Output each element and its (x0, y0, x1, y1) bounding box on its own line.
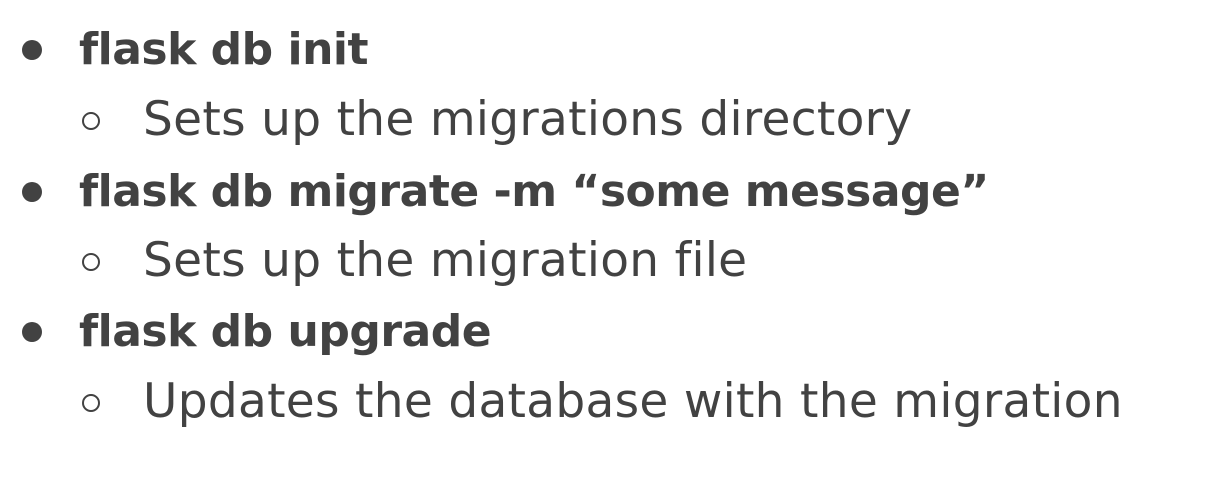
sub-bullet-item-2: Sets up the migration file (0, 231, 1215, 291)
sub-bullet-item-1: Sets up the migrations directory (0, 90, 1215, 150)
slide-content: flask db init Sets up the migrations dir… (0, 0, 1215, 492)
command-text: flask db init (79, 24, 369, 75)
sub-bullet-item-3: Updates the database with the migration (0, 372, 1215, 432)
description-text: Updates the database with the migration (143, 374, 1123, 429)
bullet-item-1: flask db init (0, 20, 1215, 80)
command-text: flask db upgrade (79, 306, 492, 357)
bullet-item-3: flask db upgrade (0, 302, 1215, 362)
bullet-item-2: flask db migrate -m “some message” (0, 162, 1215, 222)
filled-bullet-icon (22, 40, 42, 60)
description-text: Sets up the migration file (143, 233, 748, 288)
filled-bullet-icon (22, 182, 42, 202)
hollow-bullet-icon (82, 112, 100, 130)
description-text: Sets up the migrations directory (143, 92, 913, 147)
hollow-bullet-icon (82, 394, 100, 412)
command-text: flask db migrate -m “some message” (79, 166, 989, 217)
filled-bullet-icon (22, 322, 42, 342)
hollow-bullet-icon (82, 253, 100, 271)
